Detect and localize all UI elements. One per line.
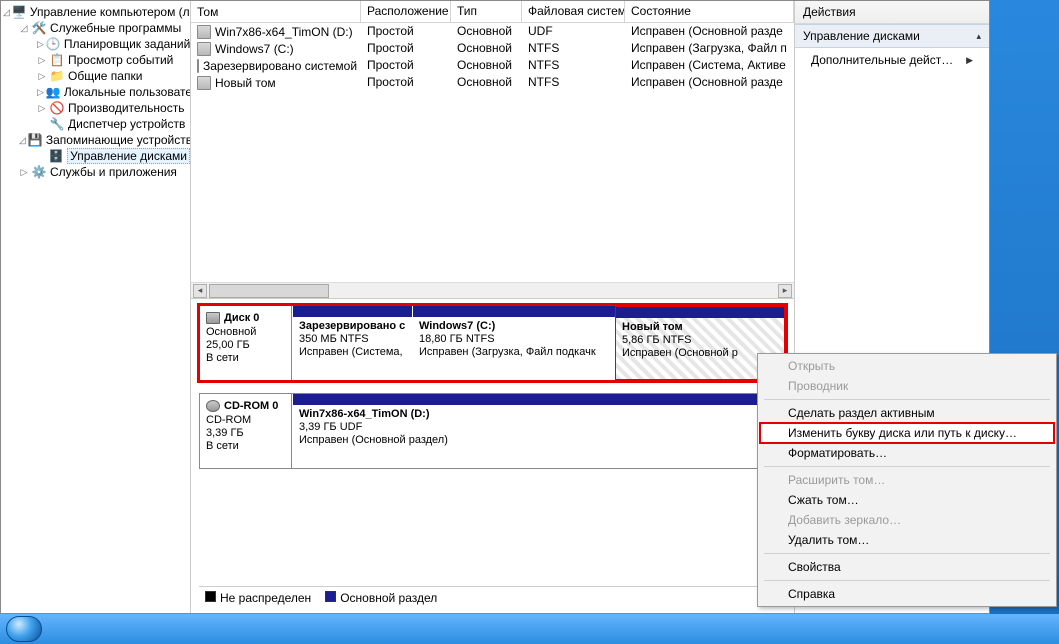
menu-properties[interactable]: Свойства xyxy=(760,557,1054,577)
menu-help[interactable]: Справка xyxy=(760,584,1054,604)
tree-services[interactable]: ▷ ⚙️ Службы и приложения xyxy=(1,164,190,180)
menu-make-active[interactable]: Сделать раздел активным xyxy=(760,403,1054,423)
tree-system-tools[interactable]: ◿ 🛠️ Служебные программы xyxy=(1,20,190,36)
device-icon: 🔧 xyxy=(49,116,65,132)
volume-table: Том Расположение Тип Файловая система Со… xyxy=(191,1,794,299)
tree-storage[interactable]: ◿ 💾 Запоминающие устройства xyxy=(1,132,190,148)
expand-icon[interactable]: ▷ xyxy=(37,55,47,65)
volume-row[interactable]: Windows7 (C:) Простой Основной NTFS Испр… xyxy=(191,40,794,57)
scroll-left-icon[interactable]: ◂ xyxy=(193,284,207,298)
menu-change-drive-letter[interactable]: Изменить букву диска или путь к диску… xyxy=(760,423,1054,443)
col-status[interactable]: Состояние xyxy=(625,1,794,22)
tree-disk-management[interactable]: 🗄️ Управление дисками xyxy=(1,148,190,164)
partition-cdrom-d[interactable]: Win7x86-x64_TimON (D:) 3,39 ГБ UDF Испра… xyxy=(292,394,785,468)
tree-device-manager[interactable]: 🔧 Диспетчер устройств xyxy=(1,116,190,132)
expand-icon[interactable]: ▷ xyxy=(37,71,47,81)
main-pane: Том Расположение Тип Файловая система Со… xyxy=(191,1,794,613)
menu-shrink-volume[interactable]: Сжать том… xyxy=(760,490,1054,510)
tree-root[interactable]: ◿ 🖥️ Управление компьютером (ло xyxy=(1,4,190,20)
event-icon: 📋 xyxy=(49,52,65,68)
actions-title: Действия xyxy=(795,1,989,24)
volume-icon xyxy=(197,25,211,39)
cdrom-0-header[interactable]: CD-ROM 0 CD-ROM 3,39 ГБ В сети xyxy=(200,394,292,468)
legend-unallocated: Не распределен xyxy=(205,591,311,605)
expand-icon[interactable]: ▷ xyxy=(37,39,44,49)
volume-row[interactable]: Новый том Простой Основной NTFS Исправен… xyxy=(191,74,794,91)
scroll-right-icon[interactable]: ▸ xyxy=(778,284,792,298)
collapse-icon[interactable]: ◿ xyxy=(19,23,29,33)
menu-add-mirror[interactable]: Добавить зеркало… xyxy=(760,510,1054,530)
expand-icon[interactable]: ▷ xyxy=(37,87,44,97)
tree-shared-folders[interactable]: ▷ 📁 Общие папки xyxy=(1,68,190,84)
actions-section-disk-management[interactable]: Управление дисками ▴ xyxy=(795,24,989,48)
volume-table-header: Том Расположение Тип Файловая система Со… xyxy=(191,1,794,23)
tree-task-scheduler[interactable]: ▷ 🕒 Планировщик заданий xyxy=(1,36,190,52)
partition-windows7-c[interactable]: Windows7 (C:) 18,80 ГБ NTFS Исправен (За… xyxy=(412,306,615,380)
volume-icon xyxy=(197,42,211,56)
nav-tree[interactable]: ◿ 🖥️ Управление компьютером (ло ◿ 🛠️ Слу… xyxy=(1,1,191,613)
col-type[interactable]: Тип xyxy=(451,1,522,22)
col-volume[interactable]: Том xyxy=(191,1,361,22)
partition-context-menu[interactable]: Открыть Проводник Сделать раздел активны… xyxy=(757,353,1057,607)
start-button[interactable] xyxy=(6,616,42,642)
folder-icon: 📁 xyxy=(49,68,65,84)
cdrom-0[interactable]: CD-ROM 0 CD-ROM 3,39 ГБ В сети Win7x86-x… xyxy=(199,393,786,469)
computer-icon: 🖥️ xyxy=(12,4,27,20)
hdd-icon xyxy=(206,312,220,324)
tree-event-viewer[interactable]: ▷ 📋 Просмотр событий xyxy=(1,52,190,68)
volume-row[interactable]: Зарезервировано системой Простой Основно… xyxy=(191,57,794,74)
expand-icon[interactable]: ▷ xyxy=(37,103,47,113)
menu-open[interactable]: Открыть xyxy=(760,356,1054,376)
taskbar[interactable] xyxy=(0,614,1059,644)
clock-icon: 🕒 xyxy=(46,36,61,52)
cdrom-icon xyxy=(206,400,220,412)
disk-0[interactable]: Диск 0 Основной 25,00 ГБ В сети Зарезерв… xyxy=(199,305,786,381)
menu-format[interactable]: Форматировать… xyxy=(760,443,1054,463)
col-filesystem[interactable]: Файловая система xyxy=(522,1,625,22)
disk-map: Диск 0 Основной 25,00 ГБ В сети Зарезерв… xyxy=(191,299,794,613)
volume-icon xyxy=(197,59,199,73)
collapse-icon[interactable]: ◿ xyxy=(3,7,10,17)
menu-extend-volume[interactable]: Расширить том… xyxy=(760,470,1054,490)
chevron-right-icon: ▶ xyxy=(966,55,973,66)
disk-icon: 🗄️ xyxy=(49,148,64,164)
scroll-thumb[interactable] xyxy=(209,284,329,298)
disk-0-header[interactable]: Диск 0 Основной 25,00 ГБ В сети xyxy=(200,306,292,380)
storage-icon: 💾 xyxy=(28,132,43,148)
legend: Не распределен Основной раздел xyxy=(199,586,786,609)
services-icon: ⚙️ xyxy=(31,164,47,180)
volume-icon xyxy=(197,76,211,90)
volume-row[interactable]: Win7x86-x64_TimON (D:) Простой Основной … xyxy=(191,23,794,40)
partition-system-reserved[interactable]: Зарезервировано с 350 МБ NTFS Исправен (… xyxy=(292,306,412,380)
users-icon: 👥 xyxy=(46,84,61,100)
menu-explorer[interactable]: Проводник xyxy=(760,376,1054,396)
collapse-icon[interactable]: ◿ xyxy=(19,135,26,145)
tree-performance[interactable]: ▷ 🚫 Производительность xyxy=(1,100,190,116)
col-layout[interactable]: Расположение xyxy=(361,1,451,22)
menu-delete-volume[interactable]: Удалить том… xyxy=(760,530,1054,550)
expand-icon[interactable]: ▷ xyxy=(19,167,29,177)
legend-primary: Основной раздел xyxy=(325,591,437,605)
tools-icon: 🛠️ xyxy=(31,20,47,36)
collapse-arrow-icon: ▴ xyxy=(976,31,981,42)
tree-local-users[interactable]: ▷ 👥 Локальные пользовате xyxy=(1,84,190,100)
actions-more[interactable]: Дополнительные дейст… ▶ xyxy=(795,48,989,72)
perf-icon: 🚫 xyxy=(49,100,65,116)
horizontal-scrollbar[interactable]: ◂ ▸ xyxy=(191,282,794,298)
